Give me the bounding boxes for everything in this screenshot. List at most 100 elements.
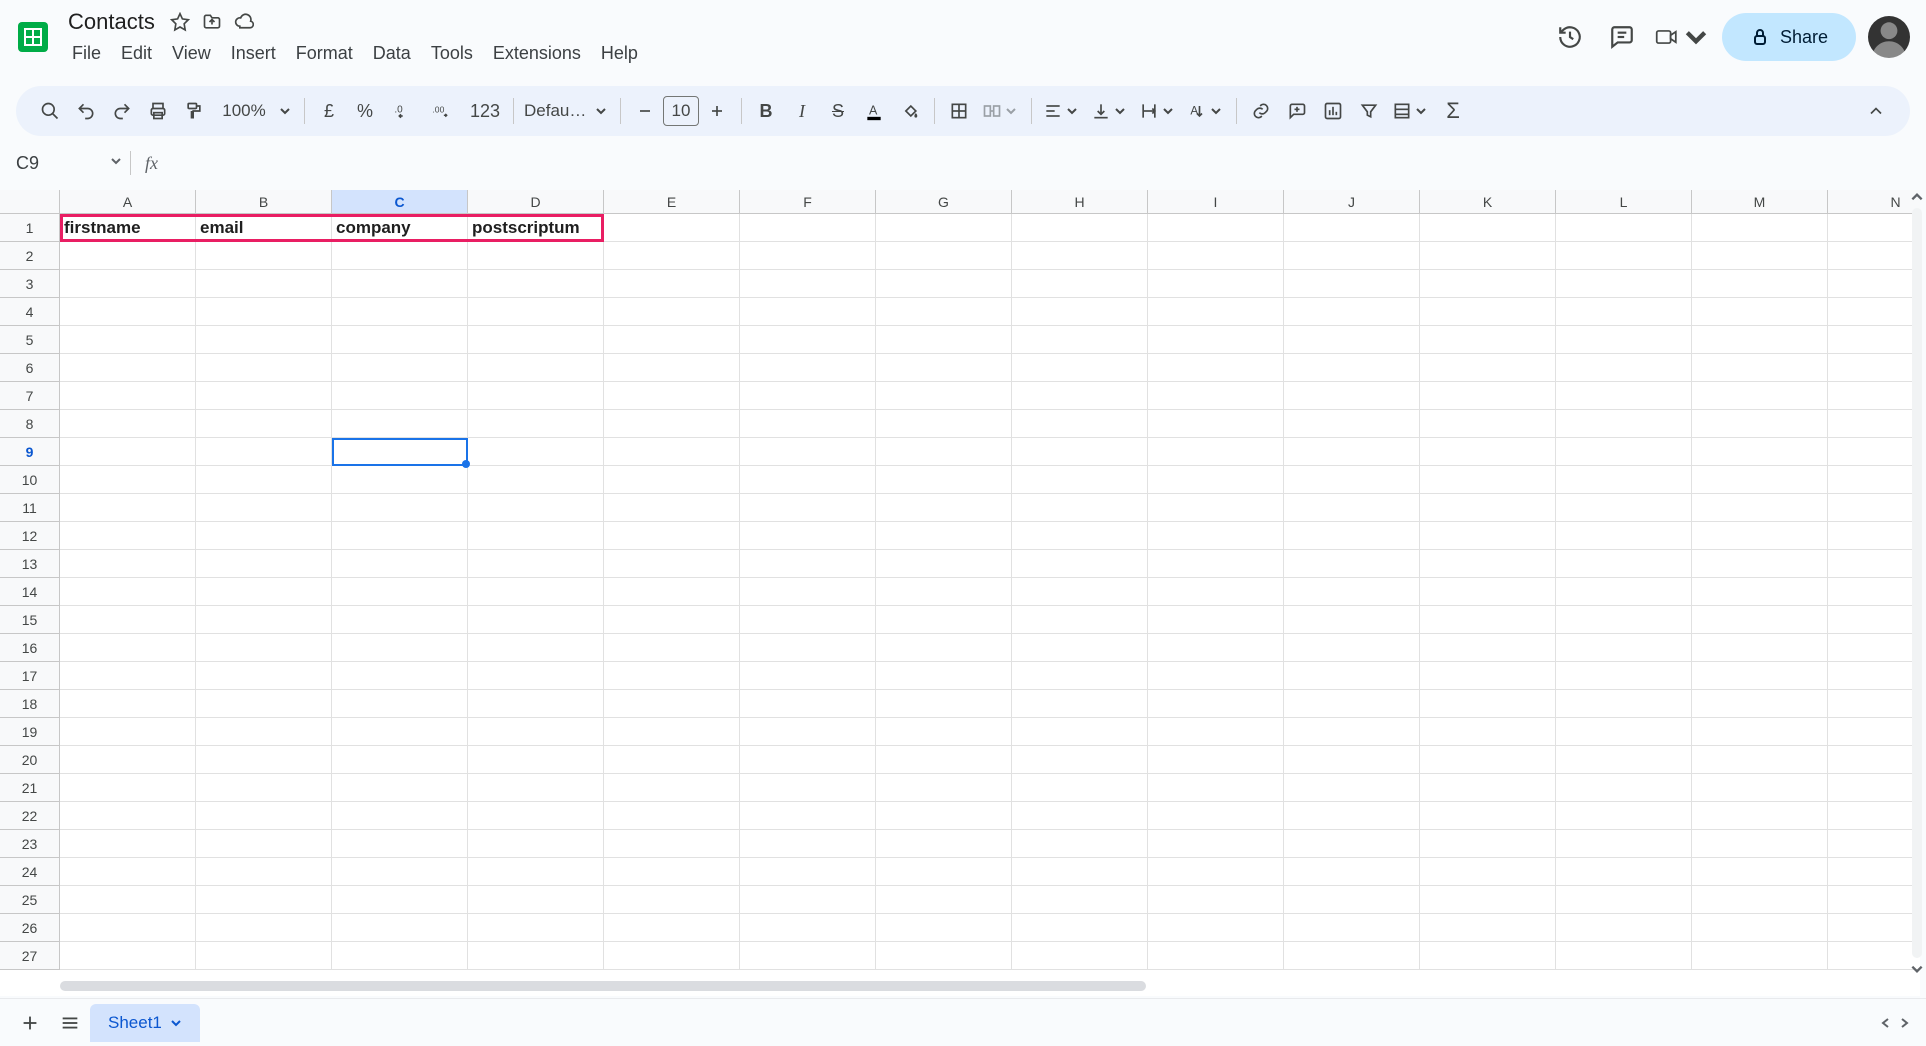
cell[interactable]	[876, 326, 1012, 354]
cell[interactable]	[740, 718, 876, 746]
cell[interactable]	[1692, 886, 1828, 914]
horizontal-scrollbar[interactable]	[60, 978, 1870, 994]
cell[interactable]	[332, 942, 468, 970]
cell[interactable]	[1420, 662, 1556, 690]
cell[interactable]	[1012, 578, 1148, 606]
cell[interactable]	[604, 354, 740, 382]
star-icon[interactable]	[167, 9, 193, 35]
cell[interactable]	[740, 942, 876, 970]
row-header[interactable]: 25	[0, 886, 60, 914]
cell[interactable]	[740, 298, 876, 326]
cell[interactable]	[1692, 466, 1828, 494]
cell[interactable]	[604, 774, 740, 802]
cell[interactable]	[876, 634, 1012, 662]
cell[interactable]	[1420, 606, 1556, 634]
cell[interactable]	[1012, 298, 1148, 326]
cell[interactable]	[1148, 718, 1284, 746]
row-header[interactable]: 7	[0, 382, 60, 410]
menu-extensions[interactable]: Extensions	[483, 39, 591, 68]
cell[interactable]	[604, 690, 740, 718]
cell[interactable]	[1828, 326, 1920, 354]
row-header[interactable]: 15	[0, 606, 60, 634]
cell[interactable]	[1828, 830, 1920, 858]
row-header[interactable]: 26	[0, 914, 60, 942]
menu-format[interactable]: Format	[286, 39, 363, 68]
paint-format-icon[interactable]	[176, 93, 212, 129]
cell[interactable]	[876, 494, 1012, 522]
formula-input[interactable]	[172, 144, 1926, 182]
cell[interactable]	[1828, 354, 1920, 382]
cell[interactable]	[1828, 606, 1920, 634]
undo-icon[interactable]	[68, 93, 104, 129]
cell[interactable]	[604, 830, 740, 858]
cell[interactable]	[1148, 662, 1284, 690]
cell[interactable]	[740, 774, 876, 802]
cell[interactable]	[604, 494, 740, 522]
cell[interactable]	[1148, 942, 1284, 970]
row-header[interactable]: 14	[0, 578, 60, 606]
cell[interactable]	[1284, 578, 1420, 606]
cell[interactable]	[332, 578, 468, 606]
cell[interactable]	[1692, 382, 1828, 410]
cell[interactable]	[196, 634, 332, 662]
cell[interactable]	[60, 746, 196, 774]
cell[interactable]	[740, 830, 876, 858]
cell[interactable]	[1012, 914, 1148, 942]
cell[interactable]	[1148, 802, 1284, 830]
cell[interactable]	[1692, 942, 1828, 970]
cell[interactable]	[1692, 298, 1828, 326]
cell[interactable]	[740, 354, 876, 382]
cell[interactable]	[1556, 830, 1692, 858]
fill-color-button[interactable]	[892, 93, 928, 129]
cell[interactable]	[60, 942, 196, 970]
cell[interactable]	[1692, 746, 1828, 774]
cell[interactable]	[1420, 858, 1556, 886]
cell[interactable]	[332, 718, 468, 746]
cell[interactable]	[1828, 690, 1920, 718]
cell[interactable]	[1556, 410, 1692, 438]
cell[interactable]	[60, 718, 196, 746]
row-header[interactable]: 4	[0, 298, 60, 326]
cell[interactable]	[1148, 270, 1284, 298]
cell[interactable]	[1148, 578, 1284, 606]
row-header[interactable]: 20	[0, 746, 60, 774]
cell[interactable]	[1556, 326, 1692, 354]
cell[interactable]	[332, 746, 468, 774]
font-family-dropdown[interactable]: Defaul…	[520, 101, 614, 121]
cell[interactable]	[332, 914, 468, 942]
cell[interactable]	[876, 214, 1012, 242]
cell[interactable]	[468, 550, 604, 578]
cell[interactable]	[1148, 774, 1284, 802]
cell[interactable]	[1828, 438, 1920, 466]
comments-icon[interactable]	[1602, 17, 1642, 57]
cell[interactable]	[1556, 606, 1692, 634]
menu-data[interactable]: Data	[363, 39, 421, 68]
row-header[interactable]: 2	[0, 242, 60, 270]
history-icon[interactable]	[1550, 17, 1590, 57]
cell[interactable]	[604, 802, 740, 830]
cell[interactable]	[1012, 270, 1148, 298]
column-header[interactable]: N	[1828, 190, 1920, 214]
cell[interactable]	[1828, 242, 1920, 270]
cell[interactable]	[196, 354, 332, 382]
cells-area[interactable]: firstnameemailcompanypostscriptum	[60, 214, 1920, 970]
cell[interactable]	[876, 298, 1012, 326]
cell[interactable]	[1148, 326, 1284, 354]
cell[interactable]	[1692, 606, 1828, 634]
cell[interactable]	[196, 494, 332, 522]
cell[interactable]	[468, 662, 604, 690]
cell[interactable]	[1148, 438, 1284, 466]
cell[interactable]	[1692, 830, 1828, 858]
column-header[interactable]: H	[1012, 190, 1148, 214]
cell[interactable]	[1556, 634, 1692, 662]
cell[interactable]	[60, 858, 196, 886]
document-title[interactable]: Contacts	[62, 7, 161, 37]
strikethrough-button[interactable]: S	[820, 93, 856, 129]
cell[interactable]	[468, 522, 604, 550]
cell[interactable]	[1284, 214, 1420, 242]
cell[interactable]	[1692, 354, 1828, 382]
cell[interactable]	[876, 438, 1012, 466]
cell[interactable]	[332, 326, 468, 354]
cell[interactable]	[1828, 270, 1920, 298]
column-header[interactable]: I	[1148, 190, 1284, 214]
